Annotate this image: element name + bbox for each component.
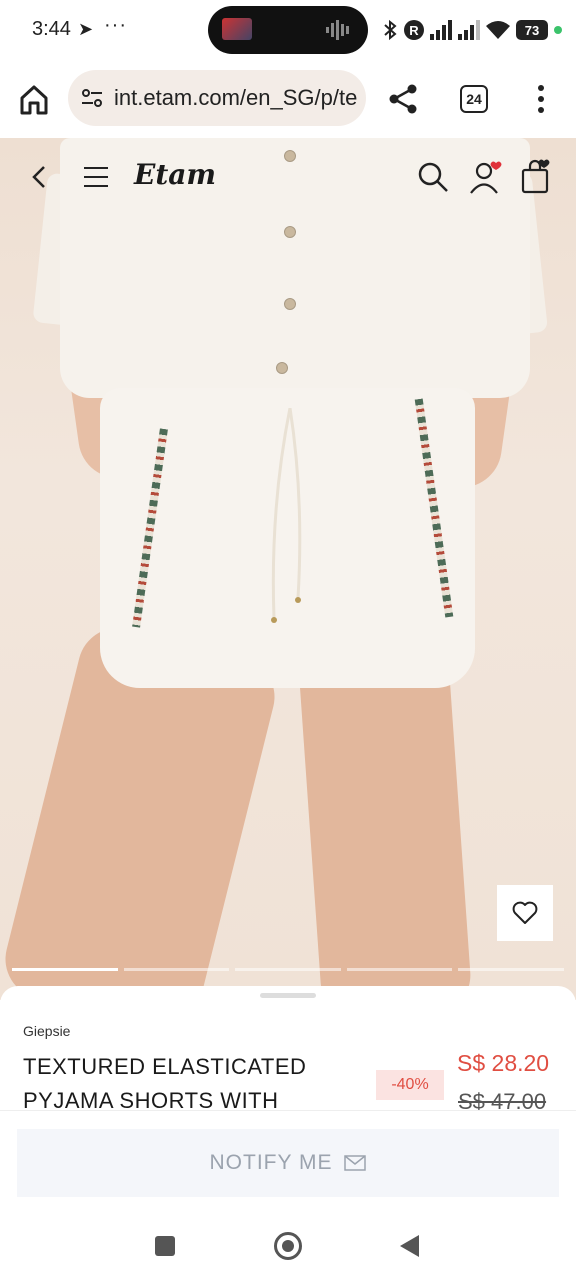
carousel-dot[interactable] xyxy=(12,968,118,971)
add-to-wishlist-button[interactable] xyxy=(497,885,553,941)
signal-icon-2 xyxy=(458,20,480,40)
product-image-carousel[interactable]: Etam xyxy=(0,138,576,1000)
back-arrow-icon[interactable] xyxy=(26,162,54,192)
carousel-dot[interactable] xyxy=(346,968,453,971)
notify-me-label: NOTIFY ME xyxy=(209,1151,333,1174)
notify-me-button[interactable]: NOTIFY ME xyxy=(17,1129,559,1197)
product-brand: Giepsie xyxy=(23,1023,71,1039)
shopping-bag-icon[interactable] xyxy=(520,158,552,194)
r-badge-icon: R xyxy=(404,20,424,40)
url-text[interactable]: int.etam.com/en_SG/p/te xyxy=(114,85,357,111)
overflow-menu-icon[interactable] xyxy=(528,82,554,116)
site-settings-icon[interactable] xyxy=(80,86,104,110)
etam-logo[interactable]: Etam xyxy=(134,158,216,191)
shirt-button xyxy=(284,226,296,238)
back-button[interactable] xyxy=(400,1235,419,1257)
share-icon[interactable] xyxy=(386,82,420,116)
status-time: 3:44 xyxy=(32,18,71,40)
audio-wave-icon xyxy=(326,20,349,40)
account-icon[interactable] xyxy=(468,160,504,194)
discount-badge: -40% xyxy=(376,1070,444,1100)
signal-icon xyxy=(430,20,452,40)
more-notifications: ··· xyxy=(104,14,127,36)
envelope-icon xyxy=(344,1155,367,1171)
status-bar: 3:44 ➤ ··· R 73 xyxy=(0,0,576,62)
svg-text:R: R xyxy=(409,23,419,38)
carousel-indicators xyxy=(12,968,564,971)
purchase-footer: NOTIFY ME xyxy=(0,1110,576,1214)
drawstring xyxy=(271,408,302,623)
wifi-icon xyxy=(486,21,510,39)
media-thumbnail xyxy=(222,18,252,40)
dynamic-island xyxy=(208,6,368,54)
carousel-dot[interactable] xyxy=(235,968,341,971)
sale-price: S$ 28.20 xyxy=(457,1050,550,1076)
leg-right xyxy=(296,633,474,1000)
product-info-sheet[interactable]: Giepsie TEXTURED ELASTICATED PYJAMA SHOR… xyxy=(0,986,576,1110)
recents-button[interactable] xyxy=(155,1236,175,1256)
carousel-dot[interactable] xyxy=(123,968,230,971)
product-title: TEXTURED ELASTICATED PYJAMA SHORTS WITH xyxy=(23,1054,307,1110)
privacy-dot xyxy=(554,26,562,34)
telegram-icon: ➤ xyxy=(78,19,94,39)
status-icons: R 73 xyxy=(382,16,562,44)
bluetooth-icon xyxy=(384,19,397,41)
hamburger-menu-icon[interactable] xyxy=(82,164,110,190)
sheet-drag-handle[interactable] xyxy=(260,993,316,998)
search-icon[interactable] xyxy=(416,160,450,194)
tab-switcher-button[interactable]: 24 xyxy=(460,85,488,113)
site-header: Etam xyxy=(0,138,576,218)
home-icon[interactable] xyxy=(16,82,52,118)
home-button[interactable] xyxy=(274,1232,302,1260)
shirt-button xyxy=(284,298,296,310)
system-navigation-bar xyxy=(0,1214,576,1280)
original-price: S$ 47.00 xyxy=(458,1089,547,1110)
shirt-button xyxy=(276,362,288,374)
address-bar[interactable]: int.etam.com/en_SG/p/te xyxy=(68,70,366,126)
browser-toolbar: int.etam.com/en_SG/p/te 24 xyxy=(0,62,576,138)
battery-icon: 73 xyxy=(516,20,548,40)
heart-icon xyxy=(512,901,538,924)
carousel-dot[interactable] xyxy=(458,968,564,971)
